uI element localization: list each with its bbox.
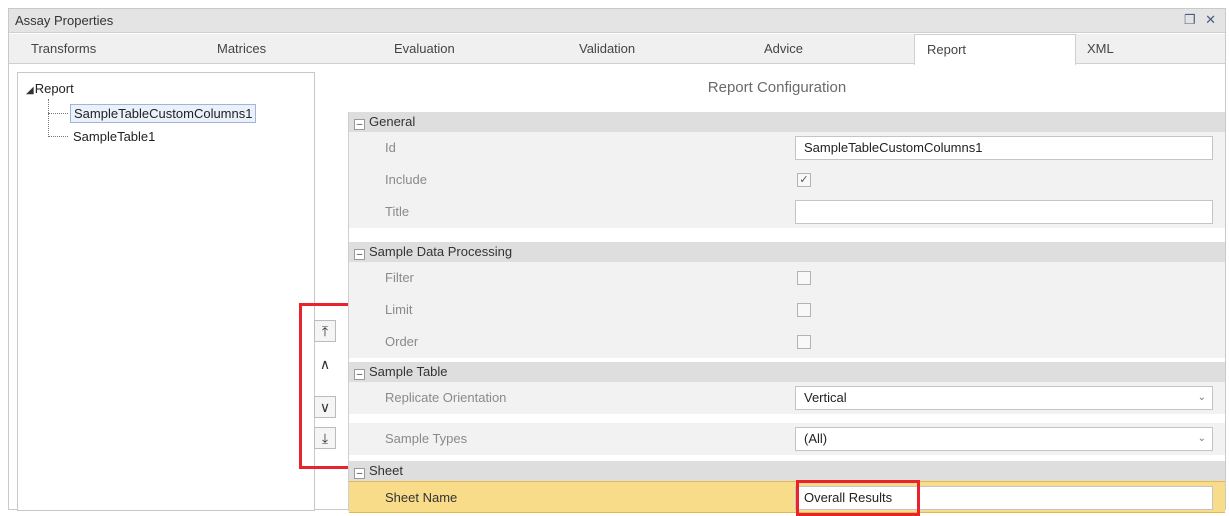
tab-report[interactable]: Report [914,34,1076,65]
collapse-icon[interactable]: – [354,468,365,479]
window-title: Assay Properties [15,13,114,28]
sheet-name-highlight [796,480,920,516]
title-bar: Assay Properties ❒ ✕ [9,9,1225,33]
tab-evaluation[interactable]: Evaluation [394,34,455,64]
tree-connector [48,99,49,137]
filter-label: Filter [385,270,414,285]
row-sample-types: Sample Types (All) ⌄ [349,423,1225,455]
row-sheet-name: Sheet Name Overall Results [349,481,1225,513]
collapse-icon[interactable]: – [354,119,365,130]
report-tree: ◢Report SampleTableCustomColumns1 Sample… [17,72,315,511]
property-grid: – General Id SampleTableCustomColumns1 In… [348,112,1225,513]
id-field[interactable]: SampleTableCustomColumns1 [795,136,1213,160]
section-label: General [369,114,416,129]
move-to-bottom-button[interactable]: ⤓ [314,427,336,449]
section-general[interactable]: – General [349,112,1225,132]
title-field[interactable] [795,200,1213,224]
include-checkbox[interactable]: ✓ [797,173,811,187]
filter-checkbox[interactable] [797,271,811,285]
id-label: Id [385,140,396,155]
section-label: Sample Data Processing [369,244,513,259]
tree-root-label: Report [34,81,74,96]
tree-connector [48,136,68,137]
row-id: Id SampleTableCustomColumns1 [349,132,1225,164]
row-limit: Limit [349,294,1225,326]
order-checkbox[interactable] [797,335,811,349]
title-label: Title [385,204,410,219]
limit-checkbox[interactable] [797,303,811,317]
tree-item-sampletablecustomcolumns1[interactable]: SampleTableCustomColumns1 [70,104,257,123]
assay-properties-window: Assay Properties ❒ ✕ Transforms Matrices… [8,8,1226,516]
tab-xml[interactable]: XML [1087,34,1114,64]
row-title: Title [349,196,1225,228]
tab-transforms[interactable]: Transforms [31,34,96,64]
row-include: Include ✓ [349,164,1225,196]
row-replicate-orientation: Replicate Orientation Vertical ⌄ [349,382,1225,414]
tab-bar: Transforms Matrices Evaluation Validatio… [9,34,1225,65]
section-label: Sheet [369,463,403,478]
limit-label: Limit [385,302,413,317]
section-sample-table[interactable]: – Sample Table [349,362,1225,382]
row-order: Order [349,326,1225,358]
tab-advice[interactable]: Advice [764,34,803,64]
collapse-icon[interactable]: – [354,369,365,380]
tab-matrices[interactable]: Matrices [217,34,266,64]
replicate-orientation-select[interactable]: Vertical ⌄ [795,386,1213,410]
tree-item-sampletable1[interactable]: SampleTable1 [70,128,158,145]
section-sheet[interactable]: – Sheet [349,461,1225,481]
chevron-down-icon[interactable]: ⌄ [1198,387,1206,409]
section-sample-data-processing[interactable]: – Sample Data Processing [349,242,1225,262]
section-label: Sample Table [369,364,448,379]
chevron-down-icon[interactable]: ⌄ [1198,428,1206,450]
collapse-icon[interactable]: – [354,249,365,260]
sheet-name-label: Sheet Name [385,490,458,505]
move-to-top-button[interactable]: ⤒ [314,320,336,342]
order-label: Order [385,334,419,349]
row-filter: Filter [349,262,1225,294]
sample-types-label: Sample Types [385,431,468,446]
tab-validation[interactable]: Validation [579,34,635,64]
report-configuration-title: Report Configuration [707,79,847,96]
window-controls[interactable]: ❒ ✕ [1184,12,1219,28]
tree-connector [48,113,68,114]
include-label: Include [385,172,427,187]
expand-arrow-icon[interactable]: ◢ [26,85,34,96]
sample-types-select[interactable]: (All) ⌄ [795,427,1213,451]
tree-root[interactable]: ◢Report [26,81,74,96]
move-up-button[interactable]: ∧ [314,354,336,376]
move-down-button[interactable]: ∨ [314,396,336,418]
replicate-orientation-value: Vertical [804,390,847,405]
replicate-orientation-label: Replicate Orientation [385,390,507,405]
sample-types-value: (All) [804,431,828,446]
